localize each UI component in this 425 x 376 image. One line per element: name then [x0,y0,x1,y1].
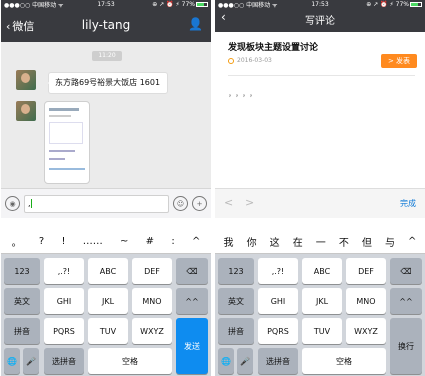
avatar[interactable] [16,101,36,121]
candidate[interactable]: 。 [12,234,22,249]
key-pqrs[interactable]: PQRS [44,318,84,344]
message-input[interactable]: , [24,194,169,213]
key-ghi[interactable]: GHI [44,288,84,314]
publish-button[interactable]: > 发表 [381,54,417,68]
newline-button[interactable]: 换行 [390,318,422,374]
write-comment-screen: ●●●○○ 中国移动 ᯤ 17:53 ⊕ ↗ ⏰ ⚡ 77% ‹ 写评论 发现板… [215,0,425,376]
back-button[interactable]: ‹ 微信 [6,18,34,34]
battery-icon [196,1,208,7]
backspace-icon[interactable]: ⌫ [176,258,208,284]
key-punct[interactable]: ,.?! [44,258,84,284]
space-key[interactable]: 空格 [88,348,172,374]
candidate[interactable]: ^ [192,236,200,247]
top-bar: ●●●○○ 中国移动 ᯤ 17:53 ⊕ ↗ ⏰ ⚡ 77% ‹ 微信 lily-… [1,0,211,42]
key-select-pinyin[interactable]: 选拼音 [44,348,84,374]
page-title: 写评论 [305,16,335,27]
comment-panel: 发现板块主题设置讨论 2016-03-03 > 发表 ，，，， [215,32,425,188]
key-123[interactable]: 123 [4,258,40,284]
key-123[interactable]: 123 [218,258,254,284]
voice-icon[interactable]: ◉ [5,196,20,211]
candidate[interactable]: 不 [339,234,349,249]
wechat-chat-screen: ●●●○○ 中国移动 ᯤ 17:53 ⊕ ↗ ⏰ ⚡ 77% ‹ 微信 lily-… [1,0,211,376]
top-bar: ●●●○○ 中国移动 ᯤ 17:53 ⊕ ↗ ⏰ ⚡ 77% ‹ 写评论 [215,0,425,32]
chevron-left-icon: ‹ [6,19,11,33]
key-jkl[interactable]: JKL [302,288,342,314]
candidate[interactable]: 但 [362,234,372,249]
dual-screenshot: ●●●○○ 中国移动 ᯤ 17:53 ⊕ ↗ ⏰ ⚡ 77% ‹ 微信 lily-… [0,0,425,376]
avatar[interactable] [16,70,36,90]
candidate[interactable]: 在 [293,234,303,249]
globe-icon[interactable]: 🌐 [4,348,20,374]
key-def[interactable]: DEF [346,258,386,284]
message-timestamp: 11:20 [92,51,122,61]
battery-icon [410,1,422,7]
chevron-left-icon[interactable]: < [224,196,233,209]
send-button[interactable]: 发送 [176,318,208,374]
key-mno[interactable]: MNO [346,288,386,314]
candidate-bar: 。 ? ! …… ~ # : ^ [1,230,211,252]
key-mno[interactable]: MNO [132,288,172,314]
image-message[interactable] [44,101,90,184]
candidate[interactable]: 这 [270,234,280,249]
text-message-bubble[interactable]: 东方路69号裕景大饭店 1601 [48,72,168,94]
article-title: 发现板块主题设置讨论 [228,43,319,53]
input-bar: ◉ , ☺ + [1,188,211,218]
candidate[interactable]: …… [83,236,103,247]
status-bar: ●●●○○ 中国移动 ᯤ 17:53 ⊕ ↗ ⏰ ⚡ 77% [1,0,211,9]
key-wxyz[interactable]: WXYZ [132,318,172,344]
plus-icon[interactable]: + [192,196,207,211]
emoticon-key[interactable]: ^^ [390,288,422,314]
done-button[interactable]: 完成 [400,198,416,209]
key-pinyin[interactable]: 拼音 [218,318,254,344]
key-english[interactable]: 英文 [4,288,40,314]
article-meta: 2016-03-03 [228,57,272,64]
key-pqrs[interactable]: PQRS [258,318,298,344]
status-time: 17:53 [97,0,115,8]
key-english[interactable]: 英文 [218,288,254,314]
status-bar: ●●●○○ 中国移动 ᯤ 17:53 ⊕ ↗ ⏰ ⚡ 77% [215,0,425,9]
candidate[interactable]: 与 [385,234,395,249]
keyboard: 123 ,.?! ABC DEF ⌫ 英文 GHI JKL MNO ^^ 拼音 … [1,253,211,376]
key-jkl[interactable]: JKL [88,288,128,314]
key-select-pinyin[interactable]: 选拼音 [258,348,298,374]
key-tuv[interactable]: TUV [88,318,128,344]
globe-icon[interactable]: 🌐 [218,348,234,374]
microphone-icon[interactable]: 🎤 [237,348,253,374]
candidate[interactable]: ! [61,236,65,247]
key-def[interactable]: DEF [132,258,172,284]
candidate[interactable]: ? [39,236,44,247]
candidate[interactable]: : [171,236,174,247]
keyboard: 123 ,.?! ABC DEF ⌫ 英文 GHI JKL MNO ^^ 拼音 … [215,253,425,376]
emoji-icon[interactable]: ☺ [173,196,188,211]
candidate[interactable]: ~ [120,236,128,247]
status-time: 17:53 [311,0,329,8]
microphone-icon[interactable]: 🎤 [23,348,39,374]
key-wxyz[interactable]: WXYZ [346,318,386,344]
key-abc[interactable]: ABC [88,258,128,284]
candidate-bar: 我 你 这 在 一 不 但 与 ^ [215,230,425,252]
candidate[interactable]: 一 [316,234,326,249]
divider [228,75,415,76]
person-icon[interactable]: 👤 [188,17,203,31]
key-pinyin[interactable]: 拼音 [4,318,40,344]
key-abc[interactable]: ABC [302,258,342,284]
chat-area: 11:20 东方路69号裕景大饭店 1601 [1,42,211,188]
editor-toolbar: < > 完成 [215,188,425,218]
chevron-right-icon[interactable]: > [245,196,254,209]
comment-editor[interactable]: ，，，， [228,88,260,99]
chat-title: lily-tang [81,18,131,32]
emoticon-key[interactable]: ^^ [176,288,208,314]
text-caret [30,198,32,208]
candidate[interactable]: 你 [247,234,257,249]
backspace-icon[interactable]: ⌫ [390,258,422,284]
candidate[interactable]: ^ [408,236,416,247]
key-tuv[interactable]: TUV [302,318,342,344]
candidate[interactable]: 我 [224,234,234,249]
key-punct[interactable]: ,.?! [258,258,298,284]
clock-icon [228,57,234,64]
key-ghi[interactable]: GHI [258,288,298,314]
candidate[interactable]: # [146,236,154,247]
space-key[interactable]: 空格 [302,348,386,374]
